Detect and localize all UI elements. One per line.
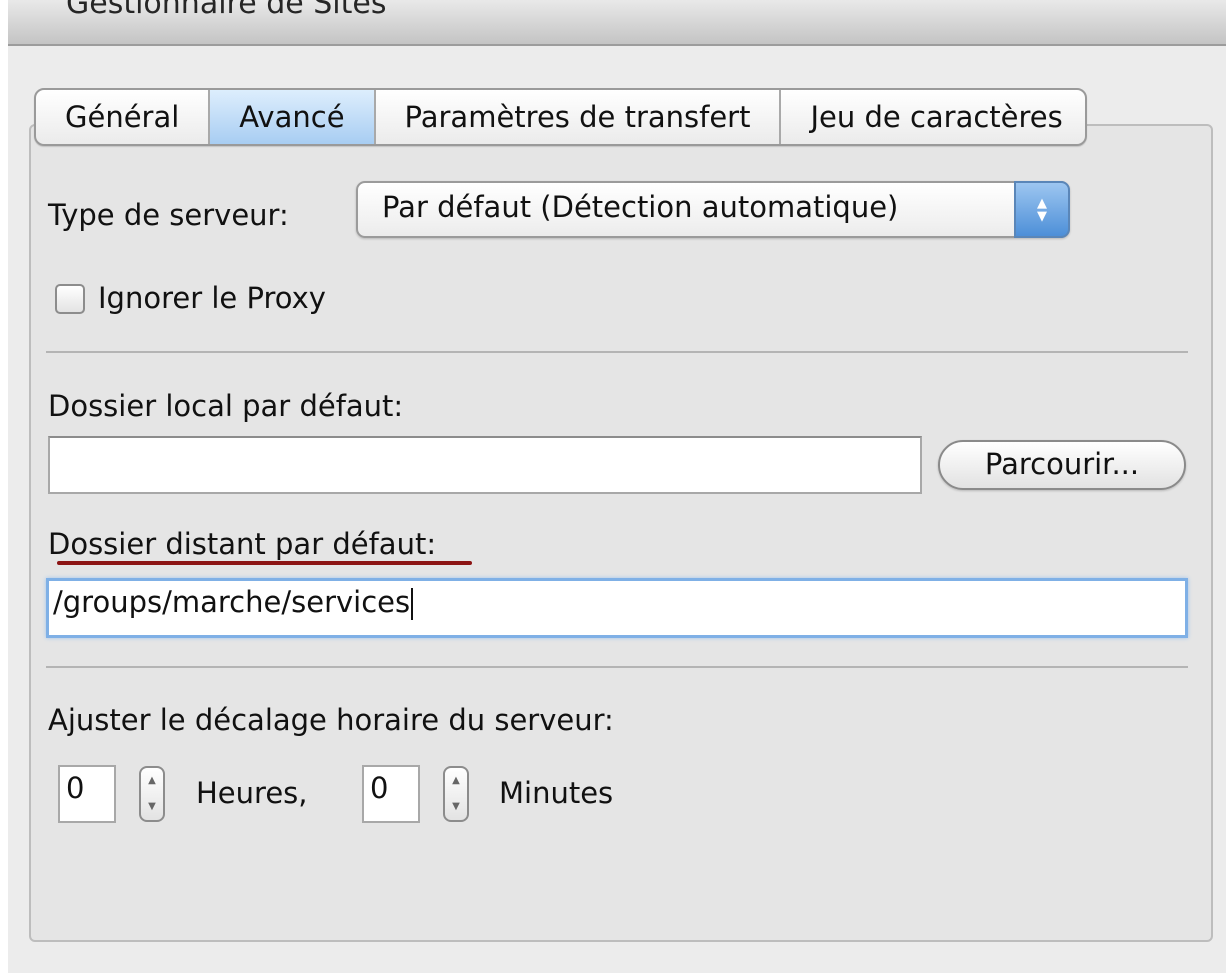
browse-button[interactable]: Parcourir... xyxy=(938,440,1186,490)
separator xyxy=(46,351,1188,353)
stepper-up-icon: ▲ xyxy=(148,775,156,786)
hours-input[interactable]: 0 xyxy=(58,765,116,823)
minutes-label: Minutes xyxy=(499,776,614,810)
stepper-down-icon: ▼ xyxy=(148,801,156,812)
hours-stepper[interactable]: ▲ ▼ xyxy=(139,766,165,822)
server-type-value: Par défaut (Détection automatique) xyxy=(382,190,899,224)
annotation-underline xyxy=(57,561,472,565)
timezone-label: Ajuster le décalage horaire du serveur: xyxy=(48,703,614,737)
select-arrows-icon: ▲ ▼ xyxy=(1014,181,1070,238)
separator xyxy=(46,666,1188,668)
stepper-down-icon: ▼ xyxy=(452,801,460,812)
minutes-input[interactable]: 0 xyxy=(362,765,420,823)
tab-bar: Général Avancé Paramètres de transfert J… xyxy=(34,88,1087,146)
remote-dir-input[interactable]: /groups/marche/services xyxy=(46,578,1188,638)
local-dir-label: Dossier local par défaut: xyxy=(48,389,404,423)
tab-general[interactable]: Général xyxy=(36,90,211,144)
hours-label: Heures, xyxy=(196,776,308,810)
remote-dir-value: /groups/marche/services xyxy=(53,585,411,619)
bypass-proxy-label: Ignorer le Proxy xyxy=(98,281,326,315)
window-title: Gestionnaire de Sites xyxy=(66,0,387,21)
bypass-proxy-checkbox[interactable] xyxy=(55,284,85,314)
minutes-stepper[interactable]: ▲ ▼ xyxy=(443,766,469,822)
stepper-up-icon: ▲ xyxy=(452,775,460,786)
tab-transfer-settings[interactable]: Paramètres de transfert xyxy=(376,90,782,144)
server-type-select[interactable]: Par défaut (Détection automatique) ▲ ▼ xyxy=(356,181,1070,238)
remote-dir-label: Dossier distant par défaut: xyxy=(48,527,437,561)
server-type-label: Type de serveur: xyxy=(48,198,289,232)
local-dir-input[interactable] xyxy=(48,436,922,494)
text-caret xyxy=(411,588,414,620)
tab-advanced[interactable]: Avancé xyxy=(210,90,376,144)
title-bar: Gestionnaire de Sites xyxy=(8,0,1226,46)
tab-charset[interactable]: Jeu de caractères xyxy=(781,90,1084,144)
